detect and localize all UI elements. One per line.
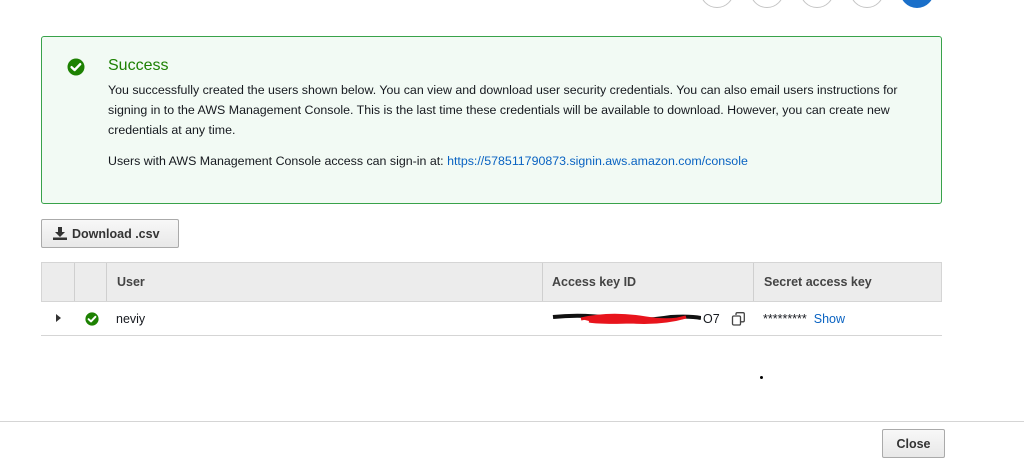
- download-icon: [53, 227, 67, 240]
- stray-dot: [760, 376, 763, 379]
- step-indicator-4: [850, 0, 884, 8]
- secret-access-key-cell: ********* Show: [763, 302, 845, 336]
- column-divider: [106, 263, 107, 301]
- table-row: neviy O7 ********* Show: [41, 302, 942, 336]
- copy-icon[interactable]: [730, 311, 746, 327]
- download-csv-button[interactable]: Download .csv: [41, 219, 179, 248]
- success-alert: Success You successfully created the use…: [41, 36, 942, 204]
- success-check-icon: [67, 58, 85, 76]
- step-indicator-2: [750, 0, 784, 8]
- close-button[interactable]: Close: [882, 429, 945, 458]
- column-divider: [74, 263, 75, 301]
- alert-title: Success: [108, 57, 169, 74]
- step-indicator-3: [800, 0, 834, 8]
- column-header-user[interactable]: User: [117, 263, 145, 301]
- row-success-check-icon: [85, 312, 99, 326]
- expand-row-icon[interactable]: [56, 314, 61, 322]
- console-signin-link[interactable]: https://578511790873.signin.aws.amazon.c…: [447, 154, 748, 168]
- show-secret-link[interactable]: Show: [814, 312, 845, 326]
- step-indicator-1: [700, 0, 734, 8]
- user-name: neviy: [116, 312, 146, 326]
- step-indicator-5-active: [900, 0, 934, 8]
- secret-masked: *********: [763, 312, 811, 326]
- access-key-suffix: O7: [703, 312, 720, 326]
- alert-message: You successfully created the users shown…: [108, 83, 898, 137]
- download-csv-label: Download .csv: [72, 226, 160, 241]
- footer-divider: [0, 421, 1024, 422]
- column-header-secret-access-key[interactable]: Secret access key: [764, 263, 872, 301]
- alert-signin-text: Users with AWS Management Console access…: [108, 151, 748, 171]
- signin-prefix: Users with AWS Management Console access…: [108, 154, 448, 168]
- column-header-access-key-id[interactable]: Access key ID: [552, 263, 636, 301]
- column-divider: [753, 263, 754, 301]
- table-header: User Access key ID Secret access key: [41, 262, 942, 302]
- column-divider: [542, 263, 543, 301]
- redacted-access-key-scribble: [552, 313, 701, 324]
- users-table: User Access key ID Secret access key nev…: [41, 262, 942, 336]
